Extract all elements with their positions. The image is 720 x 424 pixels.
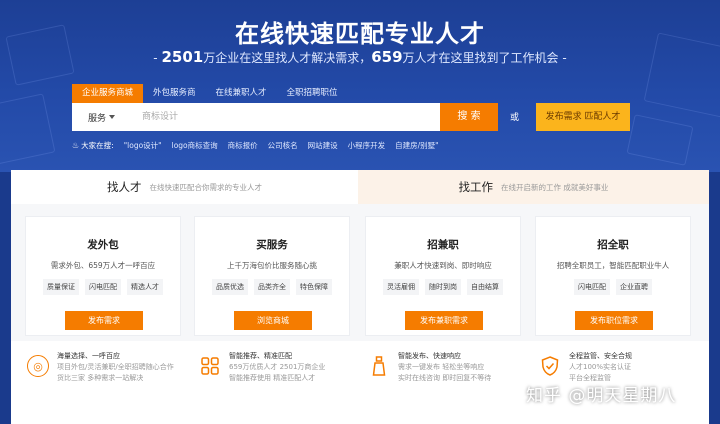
feature-item: 智能发布、快速响应 需求一键发布 轻松坐等响应 实时在线咨询 即时回复不等待 bbox=[368, 351, 528, 384]
feature-desc: 需求一键发布 轻松坐等响应 bbox=[398, 363, 485, 371]
feature-text: 全程监管、安全合规 人才100%实名认证 平台全程监管 bbox=[569, 351, 632, 384]
hot-label-text: 大家在搜: bbox=[81, 141, 114, 150]
feature-desc: 659万优质人才 2501万商企业 bbox=[229, 363, 326, 371]
card-outsource: 发外包 需求外包、659万人才一呼百应 质量保证 闪电匹配 精选人才 发布需求 bbox=[25, 216, 181, 336]
feature-item: 全程监管、安全合规 人才100%实名认证 平台全程监管 bbox=[539, 351, 699, 384]
service-cards: 发外包 需求外包、659万人才一呼百应 质量保证 闪电匹配 精选人才 发布需求 … bbox=[11, 204, 709, 341]
publish-demand-card-button[interactable]: 发布需求 bbox=[65, 311, 143, 330]
tab-find-job[interactable]: 找工作 在线开启新的工作 成就美好事业 bbox=[358, 170, 709, 204]
publish-job-button[interactable]: 发布职位需求 bbox=[575, 311, 653, 330]
hot-search-label: ♨ 大家在搜: bbox=[72, 140, 114, 151]
card-tag: 自由结算 bbox=[467, 279, 503, 295]
card-tag: 质量保证 bbox=[43, 279, 79, 295]
tab-outsource-provider[interactable]: 外包服务商 bbox=[143, 84, 206, 103]
fire-icon: ♨ bbox=[72, 141, 80, 150]
card-title: 发外包 bbox=[87, 239, 119, 251]
hot-search-link[interactable]: 商标报价 bbox=[228, 140, 258, 151]
card-desc: 上千万海包价比服务随心挑 bbox=[227, 261, 317, 270]
tab-find-talent-label: 找人才 bbox=[107, 180, 142, 194]
feature-title: 全程监管、安全合规 bbox=[569, 352, 632, 360]
hero-decoration bbox=[0, 93, 56, 167]
feature-desc: 智能推荐使用 精准匹配人才 bbox=[229, 374, 316, 382]
bottle-icon bbox=[368, 355, 390, 377]
feature-text: 海量选择、一呼百应 项目外包/灵活兼职/全职招聘随心合作 货比三家 多种需求一站… bbox=[57, 351, 174, 384]
browse-mall-button[interactable]: 浏览商城 bbox=[234, 311, 312, 330]
enterprise-count: 2501 bbox=[161, 48, 204, 66]
page-title: 在线快速匹配专业人才 bbox=[235, 20, 485, 48]
card-title: 招全职 bbox=[597, 239, 629, 251]
or-separator: 或 bbox=[510, 113, 520, 123]
target-icon: ◎ bbox=[27, 355, 49, 377]
search-category-label: 服务 bbox=[88, 113, 107, 124]
chevron-down-icon bbox=[109, 115, 116, 119]
hot-search-link[interactable]: 公司核名 bbox=[268, 140, 298, 151]
card-tag: 精选人才 bbox=[127, 279, 163, 295]
tab-enterprise-mall[interactable]: 企业服务商城 bbox=[72, 84, 144, 103]
card-tag: 企业直聘 bbox=[616, 279, 652, 295]
card-tag: 闪电匹配 bbox=[574, 279, 610, 295]
page-subtitle: - 2501万企业在这里找人才解决需求，659万人才在这里找到了工作机会 - bbox=[0, 48, 720, 66]
tab-parttime-talent[interactable]: 在线兼职人才 bbox=[206, 84, 277, 103]
card-tags: 灵活雇佣 随时到岗 自由结算 bbox=[366, 279, 520, 295]
card-buy-service: 买服务 上千万海包价比服务随心挑 品质优选 品类齐全 特色保障 浏览商城 bbox=[194, 216, 350, 336]
hero-decoration bbox=[626, 114, 694, 166]
search-box: 服务 bbox=[72, 103, 440, 131]
hot-search-link[interactable]: 网站建设 bbox=[308, 140, 338, 151]
card-tag: 品质优选 bbox=[212, 279, 248, 295]
card-tag: 闪电匹配 bbox=[85, 279, 121, 295]
feature-text: 智能推荐、精准匹配 659万优质人才 2501万商企业 智能推荐使用 精准匹配人… bbox=[229, 351, 325, 384]
card-tag: 特色保障 bbox=[296, 279, 332, 295]
feature-text: 智能发布、快速响应 需求一键发布 轻松坐等响应 实时在线咨询 即时回复不等待 bbox=[398, 351, 491, 384]
card-tags: 品质优选 品类齐全 特色保障 bbox=[195, 279, 349, 295]
talent-count: 659 bbox=[371, 48, 403, 66]
search-tabs: 企业服务商城 外包服务商 在线兼职人才 全职招聘职位 bbox=[72, 84, 348, 103]
tab-fulltime-jobs[interactable]: 全职招聘职位 bbox=[277, 84, 348, 103]
watermark: 知乎 @明天星期八 bbox=[526, 386, 677, 406]
hot-searches: ♨ 大家在搜: "logo设计" logo商标查询 商标报价 公司核名 网站建设 … bbox=[72, 140, 439, 151]
card-desc: 需求外包、659万人才一呼百应 bbox=[50, 261, 156, 270]
hot-search-link[interactable]: logo商标查询 bbox=[172, 140, 218, 151]
card-desc: 招聘全职员工，智能匹配职业牛人 bbox=[556, 261, 670, 270]
subtitle-text-2: 万人才在这里找到了工作机会 - bbox=[402, 51, 567, 65]
tab-find-talent[interactable]: 找人才 在线快速匹配合你需求的专业人才 bbox=[11, 170, 358, 204]
card-parttime: 招兼职 兼职人才快速到岗、即时响应 灵活雇佣 随时到岗 自由结算 发布兼职需求 bbox=[365, 216, 521, 336]
card-title: 买服务 bbox=[256, 239, 288, 251]
feature-title: 智能发布、快速响应 bbox=[398, 352, 461, 360]
card-desc: 兼职人才快速到岗、即时响应 bbox=[394, 261, 492, 270]
card-tag: 品类齐全 bbox=[254, 279, 290, 295]
feature-item: 智能推荐、精准匹配 659万优质人才 2501万商企业 智能推荐使用 精准匹配人… bbox=[199, 351, 359, 384]
tab-find-talent-desc: 在线快速匹配合你需求的专业人才 bbox=[149, 182, 263, 192]
hot-search-link[interactable]: "logo设计" bbox=[124, 140, 162, 151]
feature-desc: 人才100%实名认证 bbox=[569, 363, 632, 371]
card-tag: 灵活雇佣 bbox=[383, 279, 419, 295]
search-button[interactable]: 搜 索 bbox=[440, 103, 498, 131]
search-category-select[interactable]: 服务 bbox=[72, 111, 128, 124]
feature-title: 智能推荐、精准匹配 bbox=[229, 352, 292, 360]
hot-search-link[interactable]: 自建房/别墅" bbox=[395, 140, 438, 151]
publish-parttime-button[interactable]: 发布兼职需求 bbox=[405, 311, 483, 330]
tab-find-job-label: 找工作 bbox=[458, 180, 494, 194]
card-tags: 闪电匹配 企业直聘 bbox=[536, 279, 690, 295]
card-fulltime: 招全职 招聘全职员工，智能匹配职业牛人 闪电匹配 企业直聘 发布职位需求 bbox=[535, 216, 691, 336]
shield-icon bbox=[539, 355, 561, 377]
card-title: 招兼职 bbox=[427, 239, 459, 251]
feature-item: ◎ 海量选择、一呼百应 项目外包/灵活兼职/全职招聘随心合作 货比三家 多种需求… bbox=[27, 351, 187, 384]
subtitle-text-1: 万企业在这里找人才解决需求， bbox=[203, 51, 372, 65]
search-input[interactable] bbox=[128, 103, 440, 131]
card-tag: 随时到岗 bbox=[425, 279, 461, 295]
feature-desc: 实时在线咨询 即时回复不等待 bbox=[398, 374, 492, 382]
feature-title: 海量选择、一呼百应 bbox=[57, 352, 120, 360]
feature-desc: 项目外包/灵活兼职/全职招聘随心合作 bbox=[57, 363, 174, 371]
hot-search-link[interactable]: 小程序开发 bbox=[348, 140, 386, 151]
feature-desc: 货比三家 多种需求一站解决 bbox=[57, 374, 144, 382]
hero-banner: 在线快速匹配专业人才 - 2501万企业在这里找人才解决需求，659万人才在这里… bbox=[0, 0, 720, 172]
grid-icon bbox=[199, 355, 221, 377]
card-tags: 质量保证 闪电匹配 精选人才 bbox=[26, 279, 180, 295]
tab-find-job-desc: 在线开启新的工作 成就美好事业 bbox=[501, 182, 609, 192]
publish-demand-button[interactable]: 发布需求 匹配人才 bbox=[536, 103, 630, 131]
